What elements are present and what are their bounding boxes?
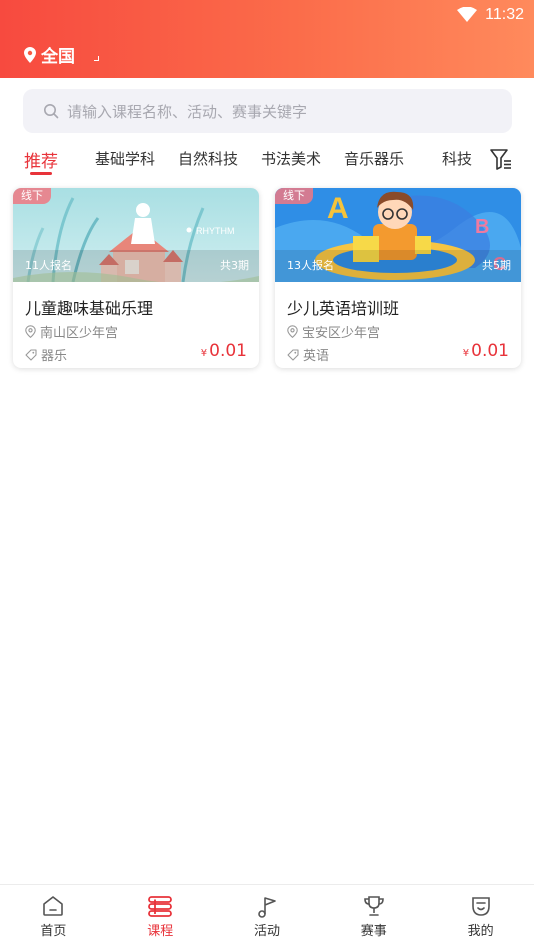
course-category: 器乐 <box>25 345 67 364</box>
tab-recommend[interactable]: 推荐 <box>24 147 58 172</box>
price-amount: 0.01 <box>209 341 247 361</box>
nav-label-activity: 活动 <box>253 924 280 939</box>
home-icon <box>43 896 64 916</box>
category-tabs: 推荐 基础学科 自然科技 书法美术 音乐器乐 科技 <box>0 142 534 180</box>
course-thumbnail: RHYTHM 线下 11人报名 共3期 <box>13 188 259 282</box>
thumb-caption: RHYTHM <box>196 226 235 236</box>
enrolled-count: 13人报名 <box>287 259 334 272</box>
nav-label-profile: 我的 <box>467 924 494 939</box>
offline-badge: 线下 <box>13 188 51 204</box>
course-icon <box>148 896 173 917</box>
course-title: 少儿英语培训班 <box>287 299 400 318</box>
trophy-icon <box>363 896 384 916</box>
nav-label-competition: 赛事 <box>360 924 387 939</box>
course-card[interactable]: RHYTHM 线下 11人报名 共3期 儿童趣味基础乐理 南山区少年宫 器乐 ¥… <box>13 188 259 368</box>
search-icon <box>44 104 59 119</box>
status-bar: 11:32 <box>457 5 524 25</box>
location-selector[interactable]: 全国 <box>24 42 99 67</box>
location-label: 全国 <box>41 47 75 67</box>
svg-text:A: A <box>327 192 349 225</box>
search-bar[interactable]: 请输入课程名称、活动、赛事关键字 <box>23 89 512 133</box>
location-pin-icon <box>287 325 298 338</box>
filter-icon[interactable] <box>489 147 513 171</box>
svg-text:B: B <box>475 216 489 238</box>
nav-item-course[interactable]: 课程 <box>107 885 214 949</box>
nav-label-home: 首页 <box>40 924 67 939</box>
nav-item-competition[interactable]: 赛事 <box>320 885 427 949</box>
course-price: ¥ 0.01 <box>463 341 509 361</box>
course-category-text: 英语 <box>303 349 330 364</box>
active-tab-indicator <box>30 172 52 175</box>
tag-icon <box>287 348 299 361</box>
app-header: 11:32 全国 <box>0 0 534 78</box>
profile-icon <box>471 897 490 916</box>
course-thumbnail: A B C 线下 13人报名 共5期 <box>275 188 521 282</box>
course-card[interactable]: A B C 线下 13人报名 共5期 少儿英语培训班 宝安区少年宫 <box>275 188 521 368</box>
tab-calligraphy-art[interactable]: 书法美术 <box>261 148 321 169</box>
course-price: ¥ 0.01 <box>201 341 247 361</box>
activity-icon <box>258 897 276 918</box>
nav-item-profile[interactable]: 我的 <box>427 885 534 949</box>
search-placeholder: 请输入课程名称、活动、赛事关键字 <box>67 102 308 121</box>
bottom-navigation: 首页 课程 活动 赛事 我的 <box>0 884 534 949</box>
currency-symbol: ¥ <box>200 348 208 359</box>
nav-item-activity[interactable]: 活动 <box>214 885 321 949</box>
location-pin-icon <box>24 46 36 63</box>
course-location: 宝安区少年宫 <box>287 322 380 341</box>
tab-basic-subjects[interactable]: 基础学科 <box>95 148 155 169</box>
nav-item-home[interactable]: 首页 <box>0 885 107 949</box>
location-pin-icon <box>25 325 36 338</box>
course-location-text: 南山区少年宫 <box>40 326 119 341</box>
tab-music-instruments[interactable]: 音乐器乐 <box>344 148 404 169</box>
tab-natural-science[interactable]: 自然科技 <box>178 148 238 169</box>
course-category-text: 器乐 <box>41 349 68 364</box>
wifi-icon <box>457 7 478 22</box>
course-location: 南山区少年宫 <box>25 322 118 341</box>
currency-symbol: ¥ <box>462 348 470 359</box>
nav-label-course: 课程 <box>147 924 174 939</box>
tag-icon <box>25 348 37 361</box>
status-time: 11:32 <box>485 6 524 23</box>
period-count: 共5期 <box>482 259 511 272</box>
dropdown-caret-icon <box>94 56 99 61</box>
tab-technology[interactable]: 科技 <box>442 148 472 169</box>
course-category: 英语 <box>287 345 329 364</box>
offline-badge: 线下 <box>275 188 313 204</box>
period-count: 共3期 <box>220 259 249 272</box>
course-title: 儿童趣味基础乐理 <box>25 299 154 318</box>
price-amount: 0.01 <box>471 341 509 361</box>
enrolled-count: 11人报名 <box>25 259 72 272</box>
course-location-text: 宝安区少年宫 <box>302 326 381 341</box>
